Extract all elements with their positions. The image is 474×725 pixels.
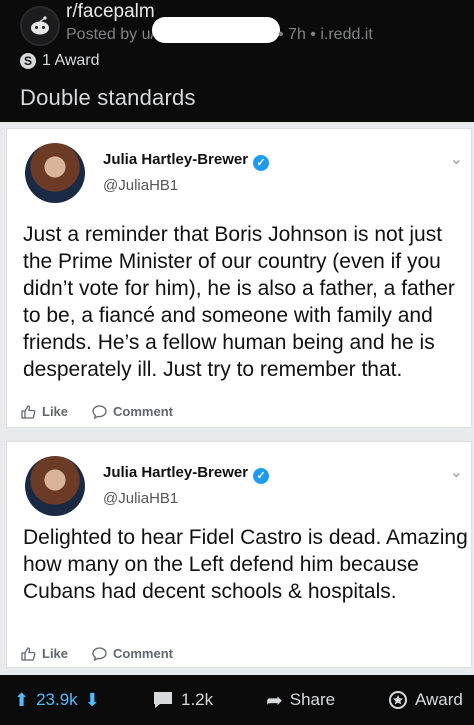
awards-count: 1 Award <box>42 52 100 69</box>
author-name-text: Julia Hartley-Brewer <box>103 151 249 168</box>
avatar <box>25 143 85 203</box>
comment-button: Comment <box>92 646 173 661</box>
comment-button: Comment <box>92 404 173 419</box>
post-image[interactable]: Julia Hartley-Brewer ✓ @JuliaHB1 ⌄ Just a… <box>0 122 474 675</box>
post-header: r/facepalm Posted by u/ • 7h • i.redd.it… <box>0 0 474 122</box>
like-button: Like <box>21 404 68 419</box>
post-text: Delighted to hear Fidel Castro is dead. … <box>23 526 468 603</box>
chevron-down-icon: ⌄ <box>449 151 463 168</box>
like-button: Like <box>21 646 68 661</box>
like-label: Like <box>42 404 69 419</box>
post-text: Just a reminder that Boris Johnson is no… <box>23 223 455 381</box>
author-name: Julia Hartley-Brewer ✓ <box>103 151 270 171</box>
comment-icon <box>154 692 172 708</box>
author-name-text: Julia Hartley-Brewer <box>103 464 249 481</box>
post-title[interactable]: Double standards <box>20 85 196 111</box>
reddit-alien-icon <box>31 16 49 35</box>
verified-icon: ✓ <box>253 155 270 171</box>
comments-count: 1.2k <box>181 690 214 709</box>
award-button[interactable]: Award <box>388 675 463 725</box>
thumbs-up-icon <box>21 404 36 419</box>
share-icon: ➦ <box>266 689 283 712</box>
subreddit-name[interactable]: r/facepalm <box>66 1 155 23</box>
avatar <box>25 456 85 516</box>
chevron-down-icon: ⌄ <box>449 464 463 481</box>
like-label: Like <box>42 646 69 661</box>
post-actions: Like Comment <box>21 646 173 661</box>
vote-count: 23.9k <box>36 690 78 709</box>
upvote-icon[interactable]: ⬆ <box>14 690 29 711</box>
awards-row[interactable]: S 1 Award <box>20 52 100 70</box>
vote-controls: ⬆ 23.9k ⬇ <box>14 675 100 725</box>
posted-by[interactable]: Posted by u/ <box>66 26 155 44</box>
post-age-domain: • 7h • i.redd.it <box>278 26 373 43</box>
author-name: Julia Hartley-Brewer ✓ <box>103 464 270 484</box>
facebook-post-card: Julia Hartley-Brewer ✓ @JuliaHB1 ⌄ Just a… <box>6 128 472 428</box>
author-handle: @JuliaHB1 <box>103 177 179 194</box>
share-button[interactable]: ➦ Share <box>266 675 335 725</box>
comment-label: Comment <box>113 646 173 661</box>
award-label: Award <box>415 690 463 709</box>
facebook-post-card: Julia Hartley-Brewer ✓ @JuliaHB1 ⌄ Deligh… <box>6 441 472 668</box>
author-handle: @JuliaHB1 <box>103 490 179 507</box>
comments-button[interactable]: 1.2k <box>152 675 213 725</box>
comment-label: Comment <box>113 404 173 419</box>
post-actions: Like Comment <box>21 404 173 419</box>
verified-icon: ✓ <box>253 468 270 484</box>
share-label: Share <box>289 690 336 709</box>
subreddit-icon[interactable] <box>20 6 60 46</box>
award-icon <box>389 691 407 709</box>
award-coin-icon: S <box>20 53 36 69</box>
username-redaction <box>152 17 280 43</box>
bottom-action-bar: ⬆ 23.9k ⬇ 1.2k ➦ Share Award <box>0 675 474 725</box>
downvote-icon[interactable]: ⬇ <box>85 690 100 711</box>
thumbs-up-icon <box>21 646 36 661</box>
comment-bubble-icon <box>92 404 107 419</box>
comment-bubble-icon <box>92 646 107 661</box>
